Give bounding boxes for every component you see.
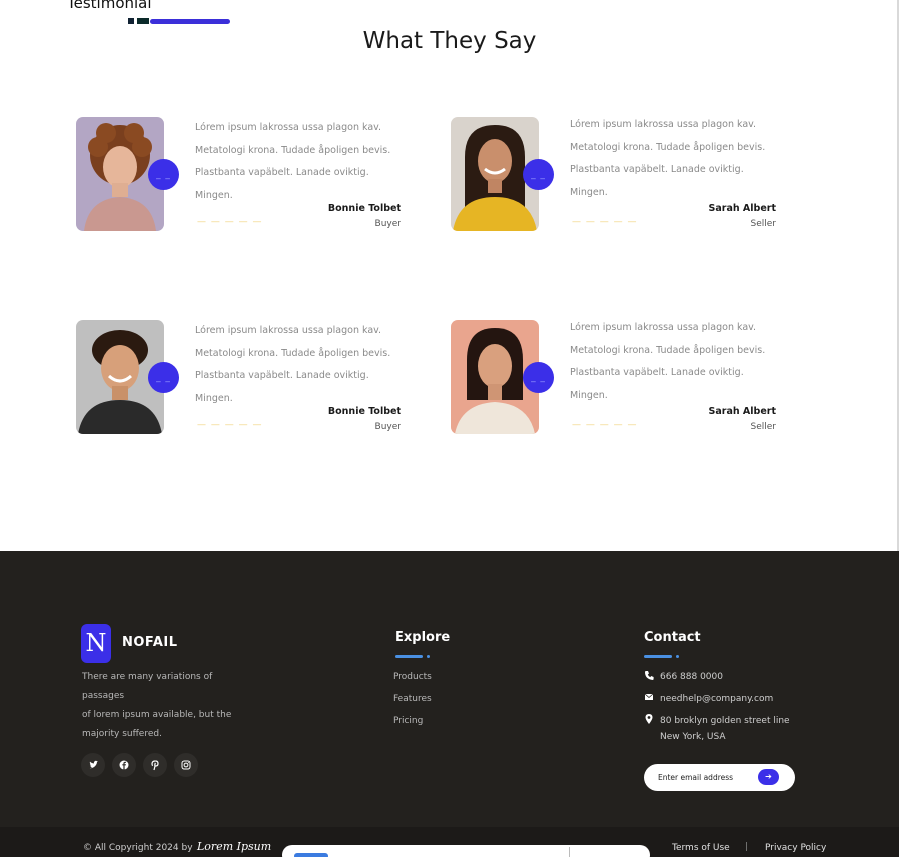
testimonial-card: _ _ Lórem ipsum lakrossa ussa plagon kav… — [451, 117, 791, 235]
testimonial-card: _ _ Lórem ipsum lakrossa ussa plagon kav… — [76, 320, 416, 438]
footer-link-pricing[interactable]: Pricing — [393, 716, 423, 726]
location-pin-icon — [644, 713, 654, 728]
explore-title: Explore — [395, 630, 451, 645]
address-line-2: New York, USA — [660, 732, 726, 742]
testimonial-card: _ _ Lórem ipsum lakrossa ussa plagon kav… — [451, 320, 791, 438]
rating-stars: — — — — — — [572, 420, 638, 430]
testimonial-card: _ _ Lórem ipsum lakrossa ussa plagon kav… — [76, 117, 416, 235]
author-name: Sarah Albert — [708, 406, 777, 417]
mail-icon — [644, 691, 654, 706]
author-name: Sarah Albert — [708, 203, 777, 214]
testimonial-text: Lórem ipsum lakrossa ussa plagon kav. Me… — [195, 325, 391, 404]
footer-link-features[interactable]: Features — [393, 694, 432, 704]
pinterest-icon[interactable] — [143, 753, 167, 777]
testimonial-text: Lórem ipsum lakrossa ussa plagon kav. Me… — [195, 122, 391, 201]
quote-icon: _ _ — [523, 159, 554, 190]
rating-stars: — — — — — — [197, 217, 263, 227]
copyright-signature: Lorem Ipsum — [197, 840, 272, 853]
quote-icon: _ _ — [523, 362, 554, 393]
brand-name[interactable]: NOFAIL — [122, 635, 178, 650]
newsletter-email-input[interactable] — [658, 770, 758, 785]
bottom-bar: © All Copyright 2024 by Lorem Ipsum Term… — [0, 827, 899, 857]
footer: N NOFAIL There are many variations of pa… — [0, 551, 899, 857]
rating-stars: — — — — — — [572, 217, 638, 227]
section-title: What They Say — [362, 28, 537, 54]
author-role: Seller — [750, 219, 777, 229]
terms-link[interactable]: Terms of Use — [672, 843, 730, 853]
author-name: Bonnie Tolbet — [327, 406, 401, 417]
copyright-text: © All Copyright 2024 by — [83, 843, 193, 853]
rating-stars: — — — — — — [197, 420, 263, 430]
author-role: Buyer — [374, 219, 401, 229]
newsletter-submit-button[interactable]: ➔ — [758, 769, 779, 785]
contact-underline — [644, 655, 680, 658]
phone-icon — [644, 669, 654, 684]
address-line-1: 80 broklyn golden street line — [660, 716, 790, 726]
brand-logo-icon[interactable]: N — [81, 624, 111, 663]
legal-separator: | — [745, 842, 749, 852]
instagram-icon[interactable] — [174, 753, 198, 777]
testimonial-text: Lórem ipsum lakrossa ussa plagon kav. Me… — [570, 119, 766, 198]
footer-link-products[interactable]: Products — [393, 672, 432, 682]
author-name: Bonnie Tolbet — [327, 203, 401, 214]
twitter-icon[interactable] — [81, 753, 105, 777]
section-label-decoration — [128, 18, 232, 24]
explore-underline — [395, 655, 431, 658]
privacy-link[interactable]: Privacy Policy — [765, 843, 826, 853]
newsletter-form: ➔ — [644, 764, 795, 791]
contact-title: Contact — [644, 630, 701, 645]
author-role: Buyer — [374, 422, 401, 432]
facebook-icon[interactable] — [112, 753, 136, 777]
email-address: needhelp@company.com — [660, 694, 774, 704]
quote-icon: _ _ — [148, 362, 179, 393]
section-label: Testimonial — [67, 0, 152, 12]
bottom-pill-widget[interactable] — [282, 845, 650, 857]
page: Testimonial What They Say _ _ Lórem ipsu… — [0, 0, 899, 857]
quote-icon: _ _ — [148, 159, 179, 190]
testimonial-text: Lórem ipsum lakrossa ussa plagon kav. Me… — [570, 322, 766, 401]
about-text: There are many variations of passages of… — [82, 672, 232, 739]
author-role: Seller — [750, 422, 777, 432]
phone-number: 666 888 0000 — [660, 672, 723, 682]
